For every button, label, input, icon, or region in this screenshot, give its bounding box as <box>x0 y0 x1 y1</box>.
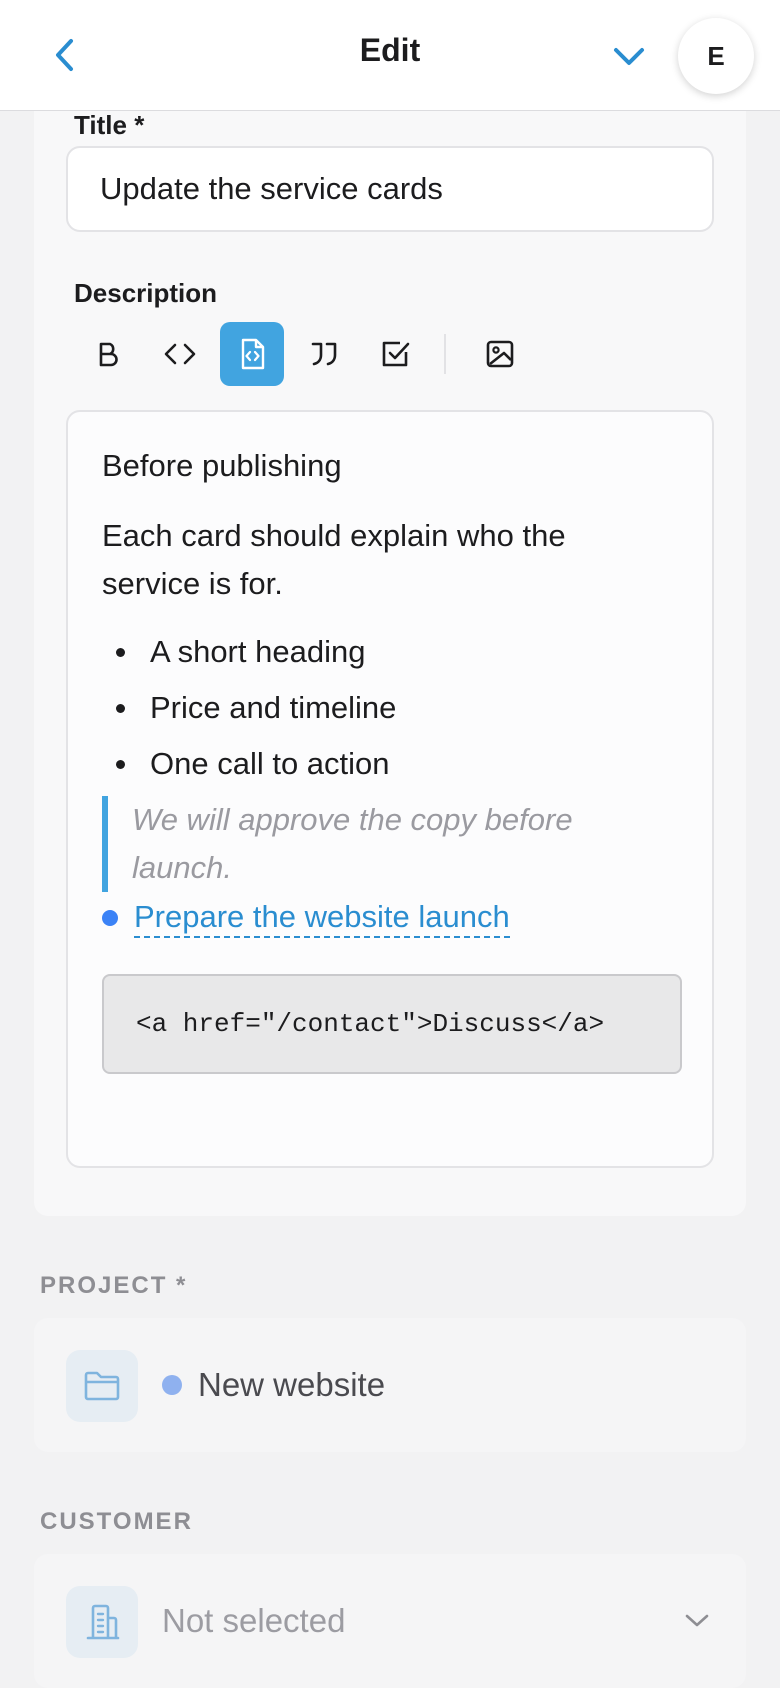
code-icon <box>164 343 196 365</box>
title-input[interactable] <box>66 146 714 232</box>
project-section-label: PROJECT * <box>40 1272 188 1299</box>
editor-code-block: <a href="/contact">Discuss</a> <box>102 974 682 1074</box>
formatting-toolbar <box>76 322 540 386</box>
project-color-dot <box>162 1375 182 1395</box>
code-file-icon <box>241 338 265 370</box>
chevron-left-icon <box>56 39 73 71</box>
customer-icon-tile <box>66 1586 138 1658</box>
list-item: One call to action <box>102 736 396 792</box>
project-icon-tile <box>66 1350 138 1422</box>
editor-task-link-row: Prepare the website launch <box>102 898 510 938</box>
chevron-down-icon <box>614 48 644 65</box>
list-item: A short heading <box>102 624 396 680</box>
code-block-button[interactable] <box>220 322 284 386</box>
image-icon <box>486 340 514 368</box>
back-button[interactable] <box>44 30 84 80</box>
description-editor[interactable]: Before publishing Each card should expla… <box>66 410 714 1168</box>
customer-value: Not selected <box>162 1602 346 1639</box>
bold-icon <box>99 342 118 367</box>
editor-bullet-list: A short heading Price and timeline One c… <box>102 624 396 792</box>
more-dropdown-button[interactable] <box>606 36 652 78</box>
quote-icon <box>311 342 337 366</box>
bold-button[interactable] <box>76 322 140 386</box>
editor-heading: Before publishing <box>102 448 342 483</box>
editor-blockquote: We will approve the copy before launch. <box>102 796 662 892</box>
checklist-button[interactable] <box>364 322 428 386</box>
top-app-bar: Edit E <box>0 0 780 111</box>
list-item: Price and timeline <box>102 680 396 736</box>
image-button[interactable] <box>468 322 532 386</box>
description-label: Description <box>74 278 218 308</box>
avatar[interactable]: E <box>678 18 754 94</box>
customer-section-label: CUSTOMER <box>40 1508 193 1535</box>
checkbox-icon <box>382 341 410 367</box>
building-icon <box>86 1604 120 1640</box>
customer-dropdown-chevron[interactable] <box>678 1602 716 1640</box>
title-label: Title * <box>74 110 145 140</box>
quote-button[interactable] <box>292 322 356 386</box>
inline-code-button[interactable] <box>148 322 212 386</box>
customer-field[interactable]: Not selected <box>34 1554 746 1688</box>
task-status-dot <box>102 910 118 926</box>
task-link[interactable]: Prepare the website launch <box>134 898 510 938</box>
project-field[interactable]: New website <box>34 1318 746 1452</box>
project-name: New website <box>198 1366 386 1403</box>
editor-paragraph: Each card should explain who the service… <box>102 518 566 601</box>
chevron-down-icon <box>685 1614 709 1627</box>
toolbar-divider <box>444 334 446 374</box>
page-title: Edit <box>359 32 421 68</box>
folder-icon <box>84 1371 120 1401</box>
